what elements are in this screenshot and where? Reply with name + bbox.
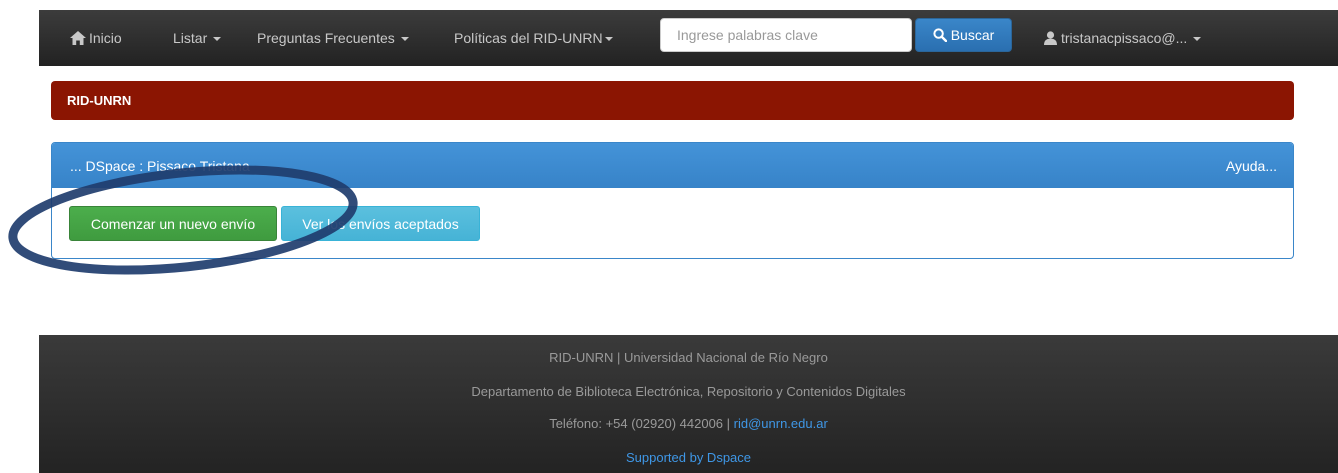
nav-faq-label: Preguntas Frecuentes	[257, 30, 395, 46]
search-button-label: Buscar	[950, 27, 995, 43]
nav-home-label: Inicio	[89, 30, 122, 46]
user-icon	[1044, 31, 1057, 45]
chevron-down-icon	[213, 37, 222, 42]
footer-department-line: Departamento de Biblioteca Electrónica, …	[471, 384, 906, 399]
user-menu-dropdown[interactable]: tristanacpissaco@...	[1044, 10, 1202, 66]
footer-university-line: RID-UNRN | Universidad Nacional de Río N…	[549, 350, 828, 365]
nav-home-link[interactable]: Inicio	[70, 10, 122, 66]
chevron-down-icon	[1193, 37, 1202, 42]
chevron-down-icon	[400, 37, 409, 42]
panel-title: ... DSpace : Pissaco Tristana	[70, 157, 250, 174]
nav-listar-label: Listar	[173, 30, 208, 46]
user-email-label: tristanacpissaco@...	[1061, 30, 1188, 46]
panel-heading: ... DSpace : Pissaco Tristana Ayuda...	[52, 143, 1293, 188]
search-button[interactable]: Buscar	[915, 18, 1012, 52]
search-icon	[933, 28, 947, 42]
footer-email-link[interactable]: rid@unrn.edu.ar	[734, 416, 828, 431]
submissions-panel: ... DSpace : Pissaco Tristana Ayuda... C…	[51, 142, 1294, 259]
brand-title: RID-UNRN	[67, 93, 132, 108]
new-submission-button[interactable]: Comenzar un nuevo envío	[69, 206, 277, 241]
accepted-submissions-button[interactable]: Ver los envíos aceptados	[281, 206, 480, 241]
nav-faq-dropdown[interactable]: Preguntas Frecuentes	[257, 10, 409, 66]
nav-policies-dropdown[interactable]: Políticas del RID-UNRN	[454, 10, 613, 66]
top-navbar: Inicio Listar Preguntas Frecuentes Polít…	[39, 10, 1338, 66]
footer-supported-line: Supported by Dspace	[39, 450, 1338, 465]
search-input[interactable]	[660, 18, 912, 52]
help-link[interactable]: Ayuda...	[1226, 158, 1277, 174]
home-icon	[70, 30, 86, 45]
nav-policies-label: Políticas del RID-UNRN	[454, 30, 603, 46]
supported-by-dspace-link[interactable]: Supported by Dspace	[626, 450, 751, 465]
site-brand-bar: RID-UNRN	[51, 81, 1294, 120]
chevron-down-icon	[604, 37, 613, 42]
nav-listar-dropdown[interactable]: Listar	[173, 10, 222, 66]
site-footer: RID-UNRN | Universidad Nacional de Río N…	[39, 335, 1338, 473]
footer-phone: Teléfono: +54 (02920) 442006 |	[549, 416, 734, 431]
footer-contact-line: Teléfono: +54 (02920) 442006 | rid@unrn.…	[39, 416, 1338, 431]
